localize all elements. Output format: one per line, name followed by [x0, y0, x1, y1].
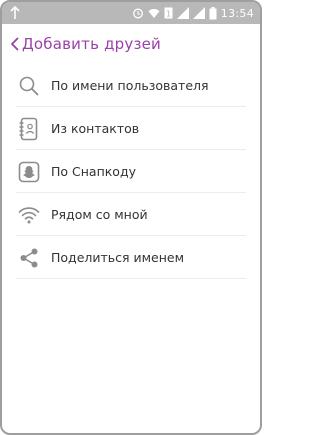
- back-button[interactable]: Добавить друзей: [10, 35, 161, 53]
- sim-icon: 1: [164, 7, 173, 19]
- divider: [16, 278, 246, 279]
- page-title: Добавить друзей: [22, 35, 161, 53]
- snapcode-ghost-icon: [17, 160, 41, 184]
- alarm-icon: [132, 7, 144, 19]
- svg-text:1: 1: [166, 10, 171, 19]
- menu-item-by-username[interactable]: По имени пользователя: [2, 64, 260, 107]
- notification-icon: [10, 5, 20, 24]
- status-time: 13:54: [220, 6, 254, 20]
- cell-signal-icon-1: [176, 7, 189, 19]
- battery-icon: [209, 6, 217, 20]
- menu-item-label: По имени пользователя: [51, 78, 209, 93]
- contacts-book-icon: [17, 117, 41, 141]
- phone-frame: 1 13:54 Добавить друзей По имени пользов…: [0, 0, 262, 435]
- status-bar: 1 13:54: [2, 2, 260, 24]
- menu-item-label: Из контактов: [51, 121, 140, 136]
- menu-item-nearby[interactable]: Рядом со мной: [2, 193, 260, 236]
- wifi-nearby-icon: [17, 203, 41, 227]
- menu-item-by-snapcode[interactable]: По Снапкоду: [2, 150, 260, 193]
- wifi-signal-icon: [148, 8, 160, 19]
- add-friends-menu: По имени пользователя Из контактов По Сн…: [2, 64, 260, 279]
- menu-item-label: Рядом со мной: [51, 207, 148, 222]
- menu-item-share-username[interactable]: Поделиться именем: [2, 236, 260, 279]
- menu-item-label: По Снапкоду: [51, 164, 136, 179]
- menu-item-label: Поделиться именем: [51, 250, 185, 265]
- chevron-left-icon[interactable]: [10, 37, 19, 51]
- menu-item-from-contacts[interactable]: Из контактов: [2, 107, 260, 150]
- cell-signal-icon-2: [192, 7, 205, 19]
- search-icon: [17, 74, 41, 98]
- share-icon: [17, 246, 41, 270]
- header: Добавить друзей: [2, 26, 260, 62]
